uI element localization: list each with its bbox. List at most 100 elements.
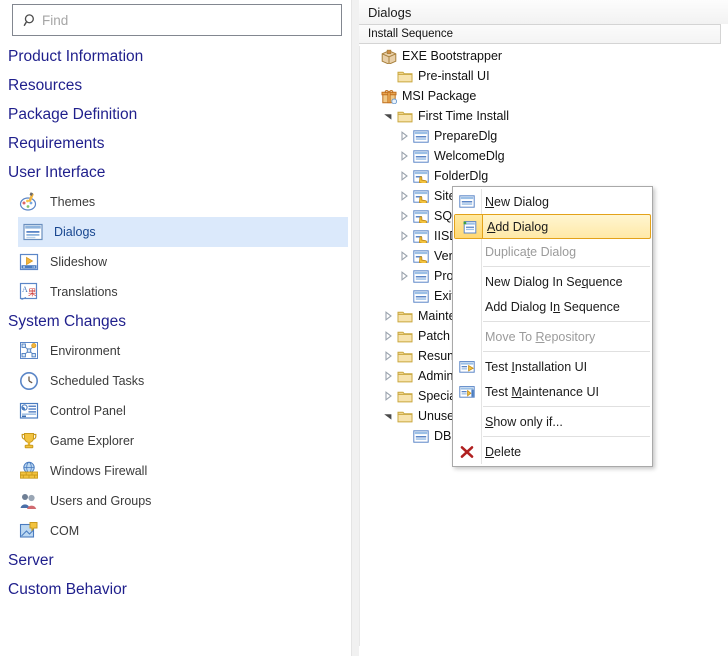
menu-item-new-dialog[interactable]: New Dialog xyxy=(453,189,652,214)
menu-separator xyxy=(483,351,650,352)
custom-dialog-icon xyxy=(412,247,430,265)
menu-item-test-installation-ui[interactable]: Test Installation UI xyxy=(453,354,652,379)
chevron-down-icon[interactable] xyxy=(380,406,396,426)
tree-row[interactable]: EXE Bootstrapper xyxy=(360,46,721,66)
sidebar-item-com[interactable]: COM xyxy=(0,516,351,546)
tree-row[interactable]: First Time Install xyxy=(360,106,721,126)
package-box-icon xyxy=(380,47,398,65)
chevron-right-icon[interactable] xyxy=(380,346,396,366)
tree-row-label: Pre-install UI xyxy=(418,69,490,83)
sidebar-group-resources[interactable]: Resources xyxy=(0,71,351,100)
menu-item-add-dialog-in-sequence[interactable]: Add Dialog In Sequence xyxy=(453,294,652,319)
menu-item-label: Move To Repository xyxy=(485,329,596,344)
chevron-right-icon[interactable] xyxy=(396,206,412,226)
users-icon xyxy=(18,490,40,512)
sidebar-group-custom-behavior[interactable]: Custom Behavior xyxy=(0,575,351,604)
folder-icon xyxy=(396,327,414,345)
chevron-right-icon[interactable] xyxy=(380,326,396,346)
sidebar-item-users-and-groups[interactable]: Users and Groups xyxy=(0,486,351,516)
tree-row[interactable]: WelcomeDlg xyxy=(360,146,721,166)
sidebar-item-label: Scheduled Tasks xyxy=(50,374,145,388)
sidebar-item-game-explorer[interactable]: Game Explorer xyxy=(0,426,351,456)
control-panel-icon xyxy=(18,400,40,422)
search-icon xyxy=(19,10,41,30)
menu-icon-placeholder xyxy=(453,409,481,434)
dialog-icon xyxy=(412,147,430,165)
sidebar-item-label: Themes xyxy=(50,195,96,209)
tree-row-label: First Time Install xyxy=(418,109,509,123)
dialog-icon xyxy=(412,127,430,145)
search-box[interactable] xyxy=(12,4,342,36)
menu-icon-placeholder xyxy=(453,294,481,319)
install-sequence-header[interactable]: Install Sequence xyxy=(359,24,721,44)
chevron-down-icon[interactable] xyxy=(380,106,396,126)
panel-title: Dialogs xyxy=(359,0,728,24)
tree-row-label: Patch xyxy=(418,329,450,343)
chevron-right-icon[interactable] xyxy=(380,306,396,326)
sidebar-item-slideshow[interactable]: Slideshow xyxy=(0,247,351,277)
menu-separator xyxy=(483,266,650,267)
menu-item-move-to-repository: Move To Repository xyxy=(453,324,652,349)
menu-item-label: New Dialog In Sequence xyxy=(485,274,623,289)
sidebar-group-system-changes[interactable]: System Changes xyxy=(0,307,351,336)
sidebar-item-translations[interactable]: A 果 Translations xyxy=(0,277,351,307)
sidebar-group-requirements[interactable]: Requirements xyxy=(0,129,351,158)
tree-row-label: MSI Package xyxy=(402,89,477,103)
menu-item-label: Duplicate Dialog xyxy=(485,244,577,259)
sidebar-group-product-information[interactable]: Product Information xyxy=(0,42,351,71)
chevron-right-icon[interactable] xyxy=(380,366,396,386)
sidebar-item-control-panel[interactable]: Control Panel xyxy=(0,396,351,426)
chevron-right-icon[interactable] xyxy=(396,186,412,206)
search-input[interactable] xyxy=(41,7,341,33)
tree-row[interactable]: PrepareDlg xyxy=(360,126,721,146)
menu-item-add-dialog[interactable]: Add Dialog xyxy=(454,214,651,239)
menu-item-show-only-if[interactable]: Show only if... xyxy=(453,409,652,434)
sidebar-item-themes[interactable]: Themes xyxy=(0,187,351,217)
menu-item-new-dialog-in-sequence[interactable]: New Dialog In Sequence xyxy=(453,269,652,294)
sidebar-group-server[interactable]: Server xyxy=(0,546,351,575)
sidebar-item-dialogs[interactable]: Dialogs xyxy=(18,217,348,247)
tree-row-label: EXE Bootstrapper xyxy=(402,49,503,63)
sidebar-item-scheduled-tasks[interactable]: Scheduled Tasks xyxy=(0,366,351,396)
msi-package-icon xyxy=(380,87,398,105)
chevron-right-icon[interactable] xyxy=(396,146,412,166)
dialog-icon xyxy=(412,287,430,305)
tree-row-label: WelcomeDlg xyxy=(434,149,505,163)
sidebar-item-label: Environment xyxy=(50,344,121,358)
chevron-right-icon[interactable] xyxy=(380,386,396,406)
com-icon xyxy=(18,520,40,542)
menu-icon-placeholder xyxy=(453,239,481,264)
menu-item-duplicate-dialog: Duplicate Dialog xyxy=(453,239,652,264)
firewall-icon xyxy=(18,460,40,482)
sidebar-item-windows-firewall[interactable]: Windows Firewall xyxy=(0,456,351,486)
play-media-icon xyxy=(18,251,40,273)
sidebar-item-label: Windows Firewall xyxy=(50,464,148,478)
context-menu: New Dialog Add Dialog Duplicate Dialog New … xyxy=(452,186,653,467)
sidebar-item-environment[interactable]: Environment xyxy=(0,336,351,366)
folder-icon xyxy=(396,347,414,365)
tree-row[interactable]: Pre-install UI xyxy=(360,66,721,86)
chevron-right-icon[interactable] xyxy=(396,126,412,146)
sidebar-group-package-definition[interactable]: Package Definition xyxy=(0,100,351,129)
tree-row[interactable]: FolderDlg xyxy=(360,166,721,186)
menu-separator xyxy=(483,406,650,407)
chevron-right-icon[interactable] xyxy=(396,246,412,266)
tree-row[interactable]: MSI Package xyxy=(360,86,721,106)
chevron-right-icon[interactable] xyxy=(396,166,412,186)
menu-item-delete[interactable]: Delete xyxy=(453,439,652,464)
menu-item-label: Test Maintenance UI xyxy=(485,384,599,399)
clock-icon xyxy=(18,370,40,392)
palette-icon xyxy=(18,191,40,213)
chevron-right-icon[interactable] xyxy=(396,266,412,286)
dialog-window-icon xyxy=(22,221,44,243)
menu-item-test-maintenance-ui[interactable]: Test Maintenance UI xyxy=(453,379,652,404)
svg-text:果: 果 xyxy=(28,288,37,298)
sidebar-group-user-interface[interactable]: User Interface xyxy=(0,158,351,187)
chevron-right-icon[interactable] xyxy=(396,226,412,246)
sidebar-item-label: Users and Groups xyxy=(50,494,152,508)
panel-splitter[interactable] xyxy=(351,0,359,656)
